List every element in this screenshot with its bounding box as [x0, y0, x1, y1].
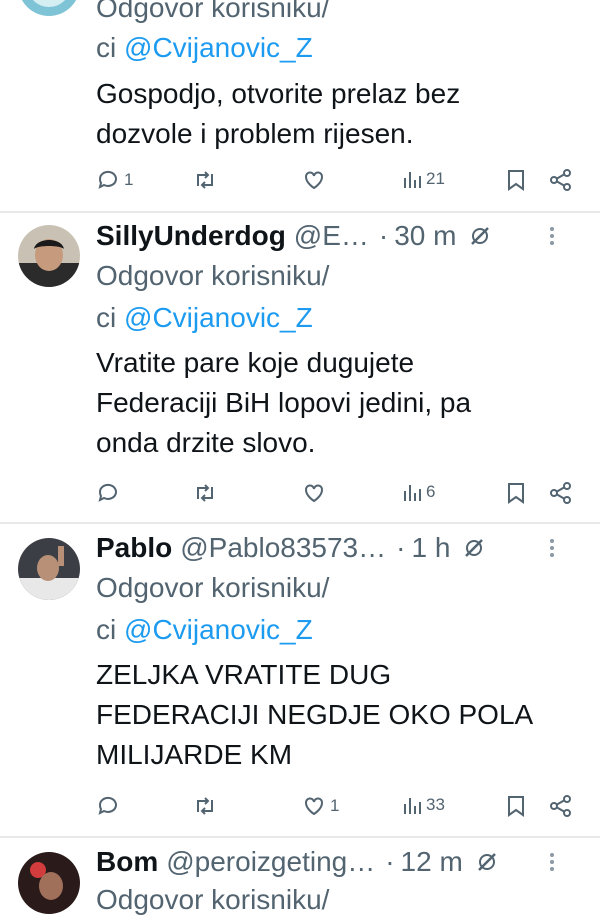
reply-icon	[96, 794, 120, 818]
reply-context: Odgovor korisniku/	[96, 0, 329, 27]
tweet-body-line: dozvole i problem rijesen.	[96, 118, 414, 149]
timestamp[interactable]: 1 h	[411, 532, 450, 564]
tweet-body-line: Gospodjo, otvorite prelaz bez	[96, 78, 461, 109]
display-name[interactable]: SillyUnderdog	[96, 220, 286, 252]
views-button[interactable]: 33	[402, 794, 445, 816]
mention-link[interactable]: @Cvijanovic_Z	[124, 614, 313, 645]
tweet-header: Bom @peroizgeting… · 12 m	[96, 842, 580, 882]
views-icon	[402, 481, 422, 503]
like-button[interactable]	[302, 168, 326, 192]
bookmark-icon	[506, 168, 526, 192]
avatar[interactable]	[18, 225, 80, 287]
reply-feed: Odgovor korisniku/ ci @Cvijanovic_Z Gosp…	[0, 0, 600, 915]
like-count: 1	[330, 796, 340, 815]
views-button[interactable]: 21	[402, 168, 445, 190]
views-button[interactable]: 6	[402, 481, 435, 503]
retweet-icon	[192, 168, 218, 192]
share-button[interactable]	[548, 794, 574, 818]
share-icon	[548, 794, 574, 818]
bookmark-icon	[506, 481, 526, 505]
display-name[interactable]: Pablo	[96, 532, 172, 564]
more-icon[interactable]	[548, 225, 556, 247]
retweet-icon	[192, 481, 218, 505]
reply-context-mention-line: ci @Cvijanovic_Z	[96, 298, 313, 337]
bookmark-button[interactable]	[506, 481, 526, 505]
separator-dot: ·	[385, 846, 395, 877]
tweet-actions: 6	[96, 481, 580, 511]
reply-prefix: Odgovor korisniku/	[96, 0, 330, 23]
tweet-header: Pablo @Pablo83573… · 1 h	[96, 528, 580, 568]
tweet-body: Vratite pare koje dugujete Federaciji Bi…	[96, 343, 570, 463]
reply-context-mention-line: ci @Cvijanovic_Z	[96, 28, 313, 67]
avatar[interactable]	[18, 0, 80, 16]
timestamp[interactable]: 12 m	[401, 846, 463, 878]
tweet-body: ZELJKA VRATITE DUG FEDERACIJI NEGDJE OKO…	[96, 655, 570, 775]
user-handle[interactable]: @Pablo83573…	[180, 532, 386, 564]
avatar[interactable]	[18, 538, 80, 600]
share-icon	[548, 168, 574, 192]
divider	[0, 836, 600, 838]
grok-icon[interactable]	[475, 850, 499, 874]
display-name[interactable]: Bom	[96, 846, 158, 878]
views-icon	[402, 794, 422, 816]
user-handle[interactable]: @E…	[294, 220, 369, 252]
reply-button[interactable]: 1	[96, 168, 133, 192]
like-icon	[302, 481, 326, 505]
mention-link[interactable]: @Cvijanovic_Z	[124, 32, 313, 63]
reply-ci: ci	[96, 302, 117, 333]
more-icon[interactable]	[548, 851, 556, 873]
like-icon	[302, 794, 326, 818]
reply-ci: ci	[96, 32, 117, 63]
like-icon	[302, 168, 326, 192]
tweet-actions: 1 21	[96, 168, 580, 198]
share-button[interactable]	[548, 481, 574, 505]
reply-button[interactable]	[96, 794, 120, 818]
separator-dot: ·	[378, 220, 389, 251]
reply-count: 1	[124, 170, 134, 189]
divider	[0, 211, 600, 213]
reply-icon	[96, 168, 120, 192]
tweet-header: SillyUnderdog @E… · 30 m	[96, 216, 580, 256]
tweet-body-line: ZELJKA VRATITE DUG	[96, 659, 392, 690]
more-icon[interactable]	[548, 537, 556, 559]
grok-icon[interactable]	[462, 536, 486, 560]
tweet-actions: 1 33	[96, 794, 580, 824]
views-count: 33	[426, 795, 445, 814]
tweet-body-line: MILIJARDE KM	[96, 739, 293, 770]
reply-button[interactable]	[96, 481, 120, 505]
retweet-icon	[192, 794, 218, 818]
tweet-body-line: Vratite pare koje dugujete	[96, 347, 415, 378]
grok-icon[interactable]	[468, 224, 492, 248]
tweet-body-line: Federaciji BiH lopovi jedini, pa	[96, 387, 472, 418]
bookmark-button[interactable]	[506, 794, 526, 818]
timestamp[interactable]: 30 m	[394, 220, 456, 252]
mention-link[interactable]: @Cvijanovic_Z	[124, 302, 313, 333]
user-handle[interactable]: @peroizgeting…	[166, 846, 375, 878]
views-count: 21	[426, 169, 445, 188]
reply-prefix: Odgovor korisniku/	[96, 260, 330, 291]
reply-context: Odgovor korisniku/	[96, 256, 329, 295]
reply-prefix: Odgovor korisniku/	[96, 572, 330, 603]
reply-context-mention-line: ci @Cvijanovic_Z	[96, 610, 313, 649]
bookmark-button[interactable]	[506, 168, 526, 192]
retweet-button[interactable]	[192, 481, 218, 505]
like-button[interactable]	[302, 481, 326, 505]
views-icon	[402, 168, 422, 190]
reply-icon	[96, 481, 120, 505]
retweet-button[interactable]	[192, 168, 218, 192]
like-button[interactable]: 1	[302, 794, 339, 818]
views-count: 6	[426, 482, 436, 501]
tweet-body: Gospodjo, otvorite prelaz bez dozvole i …	[96, 74, 570, 154]
retweet-button[interactable]	[192, 794, 218, 818]
tweet-body-line: FEDERACIJI NEGDJE OKO POLA	[96, 699, 534, 730]
separator-dot: ·	[396, 532, 406, 563]
avatar[interactable]	[18, 852, 80, 914]
tweet-body-line: onda drzite slovo.	[96, 427, 316, 458]
share-icon	[548, 481, 574, 505]
reply-ci: ci	[96, 614, 117, 645]
reply-context: Odgovor korisniku/	[96, 568, 329, 607]
divider	[0, 522, 600, 524]
bookmark-icon	[506, 794, 526, 818]
share-button[interactable]	[548, 168, 574, 192]
